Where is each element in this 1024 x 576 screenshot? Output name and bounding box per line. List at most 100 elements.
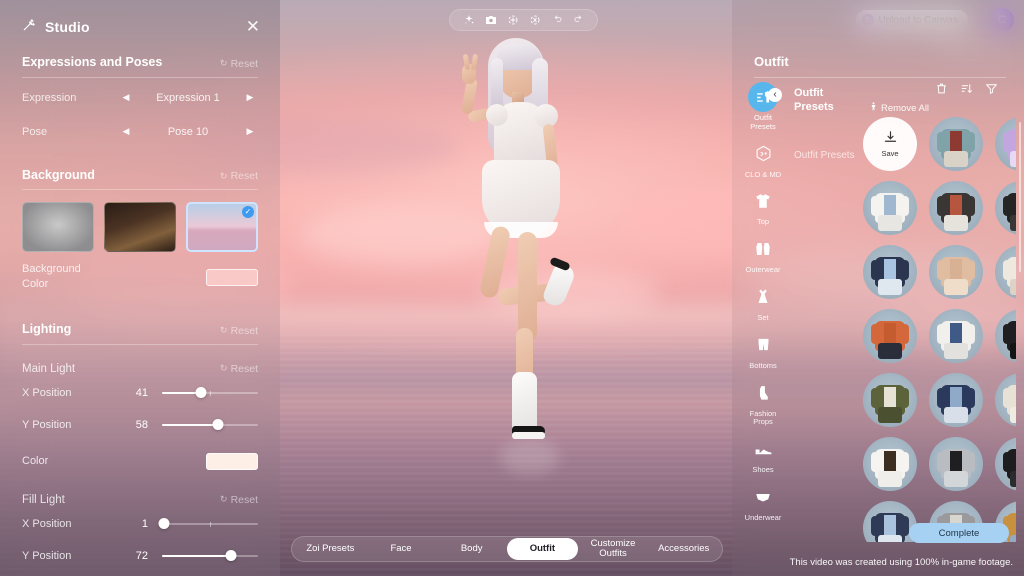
undo-icon[interactable] [547, 11, 566, 30]
character-avatar-3d[interactable] [390, 36, 640, 541]
complete-button[interactable]: Complete [909, 523, 1009, 543]
expressions-reset-button[interactable]: ↺ Reset [220, 58, 258, 70]
close-icon[interactable]: ✕ [246, 18, 260, 35]
fill-light-y-slider[interactable] [162, 549, 258, 563]
fill-light-x-slider[interactable] [158, 517, 258, 531]
garment-sleeve-right [967, 452, 975, 472]
fill-light-reset-label: Reset [230, 493, 258, 506]
pose-prev-arrow-icon[interactable]: ◀ [118, 126, 134, 137]
outfit-black-knit-top[interactable] [995, 309, 1016, 363]
background-thumbnail-list: ✓ [22, 202, 258, 252]
category-underwear[interactable]: Underwear [741, 482, 785, 523]
tab-face[interactable]: Face [366, 543, 437, 555]
category-top[interactable]: Top [741, 186, 785, 227]
garment-sleeve-left [937, 196, 945, 216]
background-thumb-pink-sky[interactable]: ✓ [185, 202, 258, 252]
subcategory-item-outfit-presets[interactable]: Outfit Presets [794, 150, 866, 161]
bottom-tab-bar: Zoi Presets Face Body Outfit Customize Outfit… [291, 536, 723, 562]
magic-sparkle-icon[interactable] [459, 11, 478, 30]
category-clo-and-md[interactable]: CLO & MD [741, 139, 785, 180]
main-light-reset-button[interactable]: ↺ Reset [220, 363, 258, 375]
main-light-color-swatch[interactable] [206, 452, 258, 470]
background-thumb-interior-room[interactable] [103, 202, 176, 252]
tab-zoi-presets[interactable]: Zoi Presets [295, 543, 366, 555]
outfit-olive-utility-vest[interactable] [863, 373, 917, 427]
trash-icon[interactable] [935, 82, 948, 98]
filter-icon[interactable] [985, 82, 998, 98]
expression-selector-row: Expression ◀ Expression 1 ▶ [22, 84, 258, 112]
category-label: Fashion Props [749, 408, 777, 427]
background-color-row: Background Color [22, 262, 258, 292]
garment-sleeve-left [1003, 132, 1011, 152]
outfit-cream-sweatshirt[interactable] [995, 373, 1016, 427]
background-reset-button[interactable]: ↺ Reset [220, 170, 258, 182]
outfit-subcategory-column: Outfit Presets Outfit Presets [794, 86, 866, 161]
outfit-black-top-leather[interactable] [995, 437, 1016, 491]
garment-sleeve-right [901, 516, 909, 536]
main-light-y-position-row: Y Position 58 [22, 411, 258, 439]
footage-disclaimer-note: This video was created using 100% in-gam… [789, 557, 1013, 568]
main-light-x-slider[interactable] [162, 386, 258, 400]
sort-icon[interactable] [960, 82, 973, 98]
save-outfit-button[interactable]: Save [863, 117, 917, 171]
outfit-black-bomber-crop[interactable] [995, 181, 1016, 235]
lighting-reset-button[interactable]: ↺ Reset [220, 325, 258, 337]
outerwear-icon [748, 234, 778, 264]
tab-accessories[interactable]: Accessories [648, 543, 719, 555]
pose-reset-icon[interactable] [525, 11, 544, 30]
category-shoes[interactable]: Shoes [741, 434, 785, 475]
outfit-white-tee-brownskirt[interactable] [863, 437, 917, 491]
expressions-section-title: Expressions and Poses [22, 55, 163, 69]
expression-next-arrow-icon[interactable]: ▶ [242, 92, 258, 103]
outfit-orange-long-coat[interactable] [863, 309, 917, 363]
outfit-dark-long-coat[interactable] [929, 181, 983, 235]
garment-sleeve-left [937, 132, 945, 152]
background-color-swatch[interactable] [206, 268, 258, 286]
fill-light-reset-button[interactable]: ↺ Reset [220, 494, 258, 506]
remove-all-button[interactable]: Remove All [869, 101, 929, 115]
category-outfit-presets[interactable]: OutfitPresets [741, 82, 785, 132]
tab-customize-outfits[interactable]: Customize Outfits [578, 538, 649, 560]
garment-sleeve-left [871, 260, 879, 280]
outfit-grey-shacket-crop[interactable] [929, 437, 983, 491]
background-thumb-studio-gray[interactable] [22, 202, 94, 252]
pose-value: Pose 10 [167, 125, 209, 138]
divider [22, 189, 258, 190]
garment-bottom [1010, 407, 1016, 423]
outfit-white-vest-skirt[interactable] [929, 309, 983, 363]
category-outerwear[interactable]: Outerwear [741, 234, 785, 275]
outfit-grid-scrollbar[interactable] [1019, 122, 1021, 272]
garment-bottom [1010, 215, 1016, 231]
garment-sleeve-left [871, 516, 879, 536]
category-label: Outerwear [745, 265, 781, 275]
category-bottoms[interactable]: Bottoms [741, 330, 785, 371]
category-label: Shoes [752, 465, 774, 475]
tab-body[interactable]: Body [436, 543, 507, 555]
category-fashion-props[interactable]: Fashion Props [741, 378, 785, 428]
main-light-color-label: Color [22, 454, 49, 467]
outfit-beige-mini-dress[interactable] [929, 245, 983, 299]
garment-sleeve-left [937, 260, 945, 280]
outfit-navy-overall-denim[interactable] [929, 373, 983, 427]
fill-light-header: Fill Light ↺ Reset [22, 494, 258, 506]
garment-sleeve-left [871, 324, 879, 344]
fill-light-y-value: 72 [135, 549, 148, 562]
tab-outfit[interactable]: Outfit [507, 538, 578, 560]
camera-icon[interactable] [481, 11, 500, 30]
pose-next-arrow-icon[interactable]: ▶ [242, 126, 258, 137]
main-light-y-slider[interactable] [162, 418, 258, 432]
redo-icon[interactable] [569, 11, 588, 30]
outfit-panel-title: Outfit [754, 54, 789, 69]
shoes-icon [748, 434, 778, 464]
outfit-subcategory-title: Outfit Presets [794, 87, 834, 113]
rotate-model-icon[interactable] [503, 11, 522, 30]
expression-prev-arrow-icon[interactable]: ◀ [118, 92, 134, 103]
garment-bottom [944, 343, 968, 359]
fill-light-title: Fill Light [22, 493, 65, 506]
outfit-white-tee-denim[interactable] [863, 181, 917, 235]
category-set[interactable]: Set [741, 282, 785, 323]
outfit-navy-cardigan-skirt[interactable] [863, 245, 917, 299]
outfit-teal-red-jacket[interactable] [929, 117, 983, 171]
outfit-lilac-pleat-dress[interactable] [995, 117, 1016, 171]
outfit-cream-shirt-jacket[interactable] [995, 245, 1016, 299]
